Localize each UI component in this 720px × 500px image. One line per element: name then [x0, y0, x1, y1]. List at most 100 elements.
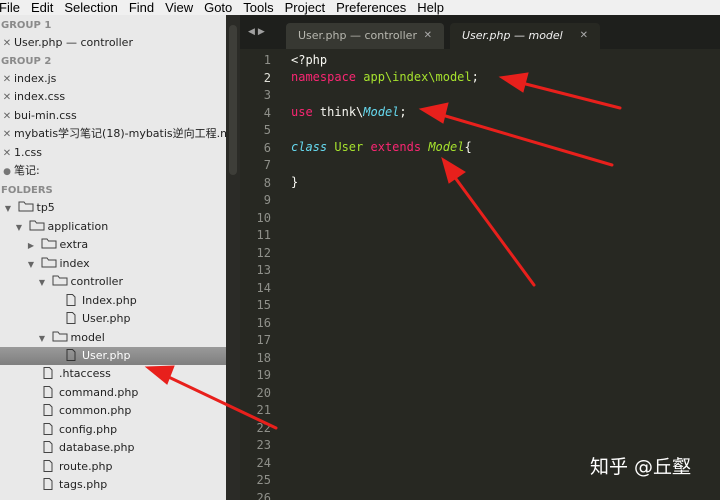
tab-bar: ◀▶ User.php — controller ✕ User.php — mo…: [240, 15, 720, 49]
folder-icon: [41, 257, 56, 268]
triangle-expand-icon[interactable]: ▶: [25, 237, 37, 254]
line-number: 4: [263, 105, 271, 120]
menu-tools[interactable]: Tools: [243, 0, 278, 15]
line-number: 19: [256, 368, 271, 382]
tree-folder-extra[interactable]: ▶ extra: [0, 236, 226, 254]
open-file-item[interactable]: ✕ mybatis学习笔记(18)-mybatis逆向工程.m: [0, 125, 226, 143]
tree-file-model-user-selected[interactable]: User.php: [0, 347, 226, 365]
triangle-collapse-icon[interactable]: ▼: [13, 219, 25, 236]
line-number: 14: [256, 280, 271, 295]
tree-file-command[interactable]: command.php: [0, 384, 226, 402]
tab-label: User.php — model: [462, 29, 563, 42]
tree-label: tp5: [36, 201, 55, 214]
triangle-collapse-icon[interactable]: ▼: [2, 200, 14, 217]
keyword-class: class: [291, 140, 328, 154]
tree-file-controller-user[interactable]: User.php: [0, 310, 226, 328]
open-file-item[interactable]: ● 笔记:: [0, 162, 226, 180]
close-icon[interactable]: ✕: [0, 126, 14, 143]
line-number: 21: [256, 403, 271, 417]
close-brace: }: [291, 175, 299, 189]
triangle-collapse-icon[interactable]: ▼: [36, 330, 48, 347]
file-icon: [43, 423, 53, 435]
line-number: 12: [256, 245, 271, 260]
open-file-item[interactable]: ✕ 1.css: [0, 144, 226, 162]
file-icon: [43, 386, 53, 398]
open-file-item[interactable]: ✕ index.js: [0, 70, 226, 88]
menu-selection[interactable]: Selection: [64, 0, 122, 15]
keyword-namespace: namespace: [291, 70, 357, 84]
file-icon: [43, 367, 53, 379]
close-icon[interactable]: ✕: [424, 23, 432, 49]
open-file-label: index.css: [14, 90, 66, 103]
tree-file-controller-index[interactable]: Index.php: [0, 292, 226, 310]
close-icon[interactable]: ✕: [0, 35, 14, 52]
line-number: 22: [256, 420, 271, 435]
code-line-6: class User extends Model{: [291, 139, 472, 156]
line-number: 26: [256, 490, 271, 500]
close-icon[interactable]: ✕: [0, 108, 14, 125]
sidebar-scrollbar[interactable]: [226, 15, 240, 500]
keyword-extends: extends: [370, 140, 422, 154]
line-number: 2: [263, 70, 271, 85]
open-file-label: User.php — controller: [14, 36, 133, 49]
tree-folder-application[interactable]: ▼ application: [0, 218, 226, 236]
tree-folder-tp5[interactable]: ▼ tp5: [0, 199, 226, 217]
menu-view[interactable]: View: [165, 0, 198, 15]
tree-label: model: [70, 331, 105, 344]
tree-label: common.php: [59, 404, 132, 417]
open-file-label: mybatis学习笔记(18)-mybatis逆向工程.m: [14, 127, 226, 140]
tree-folder-index[interactable]: ▼ index: [0, 255, 226, 273]
menu-edit[interactable]: Edit: [31, 0, 58, 15]
tab-user-model-active[interactable]: User.php — model ✕: [450, 23, 600, 49]
tree-label: User.php: [82, 349, 131, 362]
tree-file-route[interactable]: route.php: [0, 458, 226, 476]
code-line-1: <?php: [291, 52, 327, 69]
tree-label: command.php: [59, 386, 139, 399]
menu-help[interactable]: Help: [417, 0, 449, 15]
line-number: 25: [256, 473, 271, 487]
close-icon[interactable]: ✕: [580, 23, 588, 49]
line-number: 16: [256, 315, 271, 330]
triangle-collapse-icon[interactable]: ▼: [25, 256, 37, 273]
open-file-label: index.js: [14, 72, 57, 85]
tree-label: extra: [59, 238, 89, 251]
code-line-2: namespace app\index\model;: [291, 69, 479, 86]
tab-user-controller[interactable]: User.php — controller ✕: [286, 23, 444, 49]
line-number: 13: [256, 263, 271, 277]
menu-preferences[interactable]: Preferences: [336, 0, 411, 15]
nav-arrow-left-icon[interactable]: ◀: [248, 27, 258, 37]
tree-file-htaccess[interactable]: .htaccess: [0, 365, 226, 383]
line-number: 15: [256, 298, 271, 312]
scrollbar-thumb[interactable]: [229, 25, 237, 175]
sidebar: GROUP 1 ✕ User.php — controller GROUP 2 ✕…: [0, 15, 226, 500]
tree-folder-controller[interactable]: ▼ controller: [0, 273, 226, 291]
open-file-item[interactable]: ✕ User.php — controller: [0, 34, 226, 52]
open-file-label: 笔记:: [14, 164, 40, 177]
close-icon[interactable]: ✕: [0, 145, 14, 162]
line-number: 6: [263, 140, 271, 155]
tree-file-tags[interactable]: tags.php: [0, 476, 226, 494]
file-icon: [43, 404, 53, 416]
code-editor[interactable]: 1 2 3 4 5 6 7 8 9 10 11 12 13 14 15 16 17 18 19 20 21 22 23 24 2…: [240, 49, 720, 500]
menu-file[interactable]: File: [0, 0, 25, 15]
nav-arrow-right-icon[interactable]: ▶: [258, 27, 268, 37]
menu-goto[interactable]: Goto: [204, 0, 237, 15]
close-icon[interactable]: ✕: [0, 89, 14, 106]
tree-file-database[interactable]: database.php: [0, 439, 226, 457]
open-file-item[interactable]: ✕ index.css: [0, 88, 226, 106]
menu-find[interactable]: Find: [129, 0, 159, 15]
triangle-collapse-icon[interactable]: ▼: [36, 274, 48, 291]
tree-file-config[interactable]: config.php: [0, 421, 226, 439]
open-file-item[interactable]: ✕ bui-min.css: [0, 107, 226, 125]
file-icon: [66, 349, 76, 361]
open-file-label: bui-min.css: [14, 109, 77, 122]
file-icon: [43, 478, 53, 490]
tree-file-common[interactable]: common.php: [0, 402, 226, 420]
tree-label: .htaccess: [59, 367, 111, 380]
tree-folder-model[interactable]: ▼ model: [0, 329, 226, 347]
close-icon[interactable]: ✕: [0, 71, 14, 88]
tree-label: Index.php: [82, 294, 137, 307]
folder-icon: [52, 275, 67, 286]
menu-project[interactable]: Project: [285, 0, 330, 15]
class-model: Model: [363, 105, 400, 119]
